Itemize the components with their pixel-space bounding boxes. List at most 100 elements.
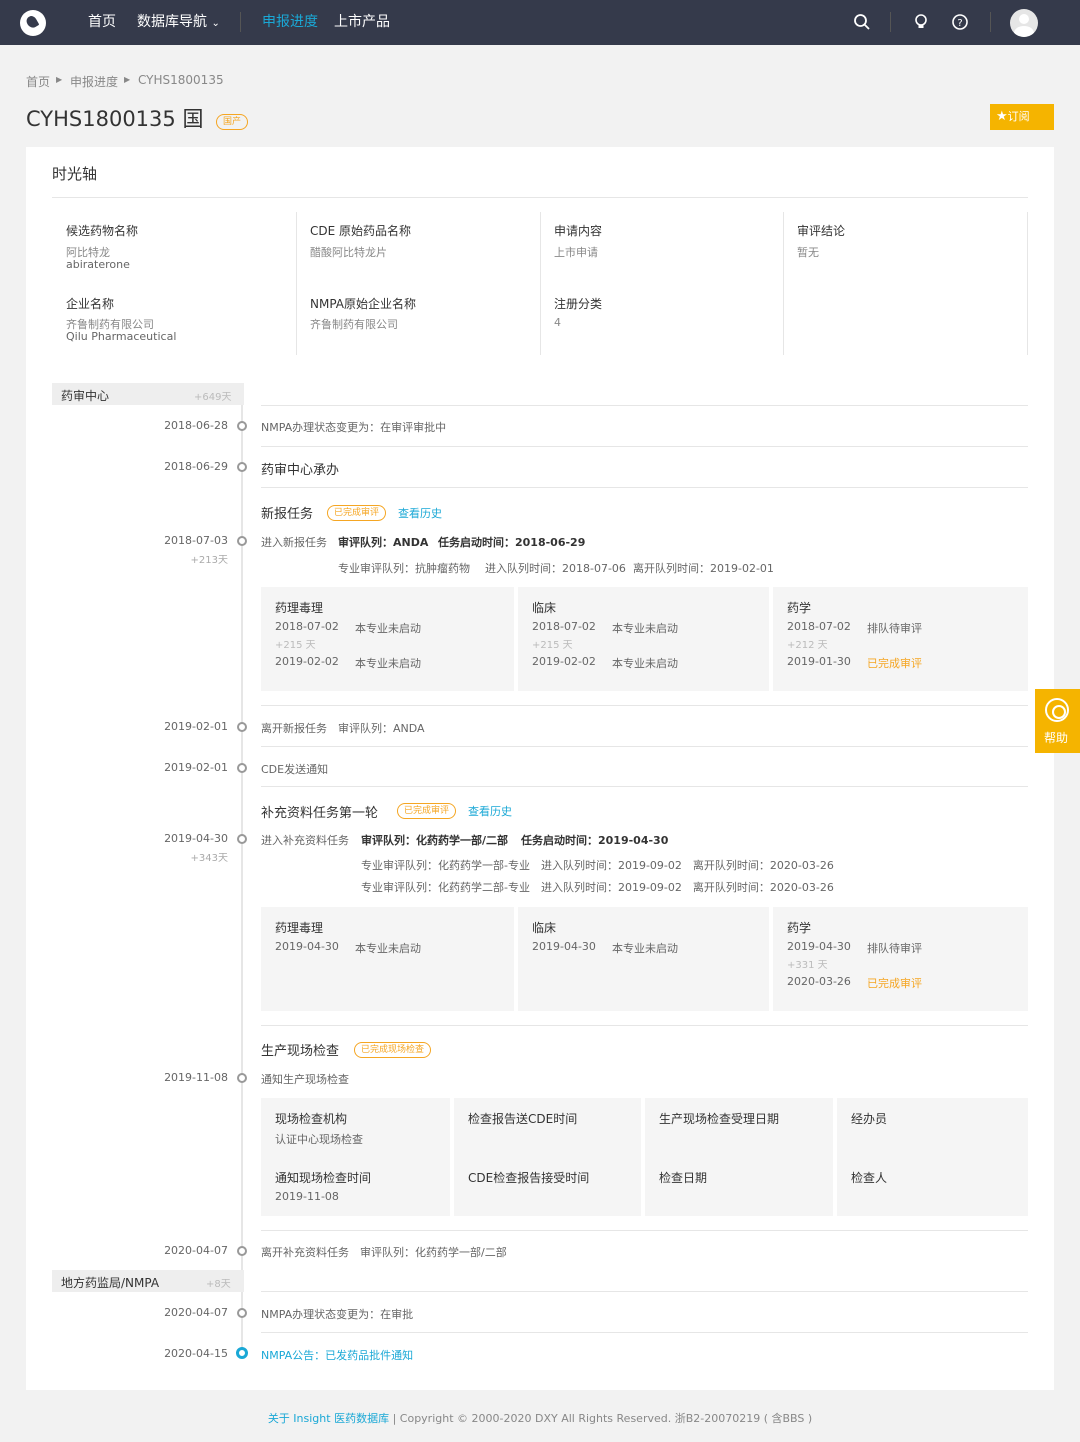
info-divider <box>783 212 784 355</box>
status-badge: 已完成审评 <box>327 505 387 521</box>
task-enter: 进入补充资料任务 <box>261 834 349 847</box>
inspection-label: 现场检查机构 <box>275 1112 348 1126</box>
nav-home[interactable]: 首页 <box>88 0 116 45</box>
row-divider <box>261 705 1028 706</box>
task-spec-line: 专业审评队列：化药药学一部-专业 进入队列时间：2019-09-02 离开队列时… <box>361 859 834 872</box>
event-text: NMPA办理状态变更为：在审评审批中 <box>261 421 447 434</box>
event-date: 2020-04-07 <box>164 1306 228 1319</box>
title-divider <box>52 197 1028 198</box>
row-divider <box>261 786 1028 787</box>
nav-divider-2 <box>890 12 891 32</box>
search-icon[interactable] <box>853 13 871 31</box>
phase-days-local: +8天 <box>206 1279 231 1290</box>
nav-db-nav-label: 数据库导航 <box>137 14 207 30</box>
review-name: 药学 <box>787 601 812 615</box>
info-divider <box>1027 212 1028 355</box>
svg-text:?: ? <box>957 18 962 29</box>
nav-db-nav[interactable]: 数据库导航 ⌄ <box>137 0 220 45</box>
timeline-dot <box>237 834 247 844</box>
review-date: 2019-01-30 <box>787 655 851 668</box>
review-status: 本专业未启动 <box>355 622 421 635</box>
inspection-label: 检查报告送CDE时间 <box>468 1112 578 1126</box>
info-label-drug: 候选药物名称 <box>66 224 139 238</box>
row-divider <box>261 1230 1028 1231</box>
info-divider <box>296 212 297 355</box>
review-status: 本专业未启动 <box>612 657 678 670</box>
timeline-title: 时光轴 <box>52 165 98 183</box>
review-status-done: 已完成审评 <box>867 657 922 670</box>
timeline-dot <box>237 1308 247 1318</box>
row-divider <box>261 1332 1028 1333</box>
event-date: 2020-04-07 <box>164 1244 228 1257</box>
breadcrumb-sep-icon: ▶ <box>56 75 63 84</box>
breadcrumb-progress[interactable]: 申报进度 <box>70 73 118 90</box>
bulb-icon[interactable] <box>912 13 930 31</box>
review-name: 药理毒理 <box>275 921 324 935</box>
footer-about-link[interactable]: 关于 Insight 医药数据库 <box>268 1412 389 1425</box>
phase-name-cde: 药审中心 <box>61 389 110 403</box>
task-title: 新报任务 <box>261 507 314 522</box>
nav-divider-3 <box>990 12 991 32</box>
breadcrumb-home[interactable]: 首页 <box>26 73 50 90</box>
task-queue-in: 进入队列时间：2018-07-06 <box>485 562 626 575</box>
review-days: +215 天 <box>532 640 573 651</box>
review-name: 药理毒理 <box>275 601 324 615</box>
task-spec-queue: 专业审评队列：抗肿瘤药物 <box>338 562 470 575</box>
inspection-value: 2019-11-08 <box>275 1190 339 1203</box>
event-text: NMPA办理状态变更为：在审批 <box>261 1308 414 1321</box>
nav-market[interactable]: 上市产品 <box>334 0 390 45</box>
help-button[interactable]: 帮助 <box>1035 689 1080 753</box>
review-days: +215 天 <box>275 640 316 651</box>
event-date: 2019-04-30 <box>164 832 228 845</box>
help-icon <box>1045 698 1069 722</box>
event-text-final: NMPA公告：已发药品批件通知 <box>261 1349 414 1362</box>
timeline-dot <box>237 536 247 546</box>
event-date: 2019-11-08 <box>164 1071 228 1084</box>
inspection-title: 生产现场检查 <box>261 1044 340 1059</box>
subscribe-button[interactable]: ★订阅 <box>990 104 1054 130</box>
inspection-label: 检查日期 <box>659 1171 708 1185</box>
phase-name-local: 地方药监局/NMPA <box>61 1276 160 1290</box>
avatar[interactable] <box>1010 9 1038 37</box>
info-value-content: 上市申请 <box>554 246 598 259</box>
info-label-company: 企业名称 <box>66 297 115 311</box>
timeline-dot <box>237 462 247 472</box>
nav-progress[interactable]: 申报进度 <box>262 0 318 45</box>
info-label-conclusion: 审评结论 <box>797 224 846 238</box>
task-enter: 进入新报任务 <box>261 536 327 549</box>
event-text: CDE发送通知 <box>261 763 329 776</box>
event-date: 2019-02-01 <box>164 761 228 774</box>
info-label-reg-class: 注册分类 <box>554 297 603 311</box>
review-date: 2018-07-02 <box>532 620 596 633</box>
view-history-link[interactable]: 查看历史 <box>398 505 442 521</box>
event-title: 药审中心承办 <box>261 463 340 478</box>
view-history-link[interactable]: 查看历史 <box>468 803 512 819</box>
event-date: 2018-06-29 <box>164 460 228 473</box>
review-days: +331 天 <box>787 960 828 971</box>
help-circle-icon[interactable]: ? <box>951 13 969 31</box>
timeline-dot <box>237 421 247 431</box>
chevron-down-icon: ⌄ <box>211 18 220 29</box>
info-value-drug-en: abiraterone <box>66 258 130 271</box>
help-label: 帮助 <box>1044 731 1069 745</box>
top-nav-bar: 首页 数据库导航 ⌄ 申报进度 上市产品 ? <box>0 0 1080 45</box>
timeline-dot <box>237 1073 247 1083</box>
event-date: 2020-04-15 <box>164 1347 228 1360</box>
review-date: 2019-04-30 <box>275 940 339 953</box>
inspection-value: 认证中心现场检查 <box>275 1133 363 1146</box>
inspection-label: 生产现场检查受理日期 <box>659 1112 780 1126</box>
event-date: 2019-02-01 <box>164 720 228 733</box>
row-divider <box>261 446 1028 447</box>
info-value-reg-class: 4 <box>554 316 561 329</box>
info-value-company-en: Qilu Pharmaceutical <box>66 330 177 343</box>
event-date: 2018-06-28 <box>164 419 228 432</box>
timeline-dot <box>237 1246 247 1256</box>
task-start: 任务启动时间：2018-06-29 <box>438 536 586 549</box>
review-status: 排队待审评 <box>867 942 922 955</box>
logo-icon[interactable] <box>20 10 46 36</box>
event-days: +343天 <box>190 853 228 864</box>
task-spec-line: 专业审评队列：化药药学二部-专业 进入队列时间：2019-09-02 离开队列时… <box>361 881 834 894</box>
inspection-label: 通知现场检查时间 <box>275 1171 372 1185</box>
status-badge: 已完成审评 <box>397 803 457 819</box>
task-start: 任务启动时间：2019-04-30 <box>521 834 669 847</box>
